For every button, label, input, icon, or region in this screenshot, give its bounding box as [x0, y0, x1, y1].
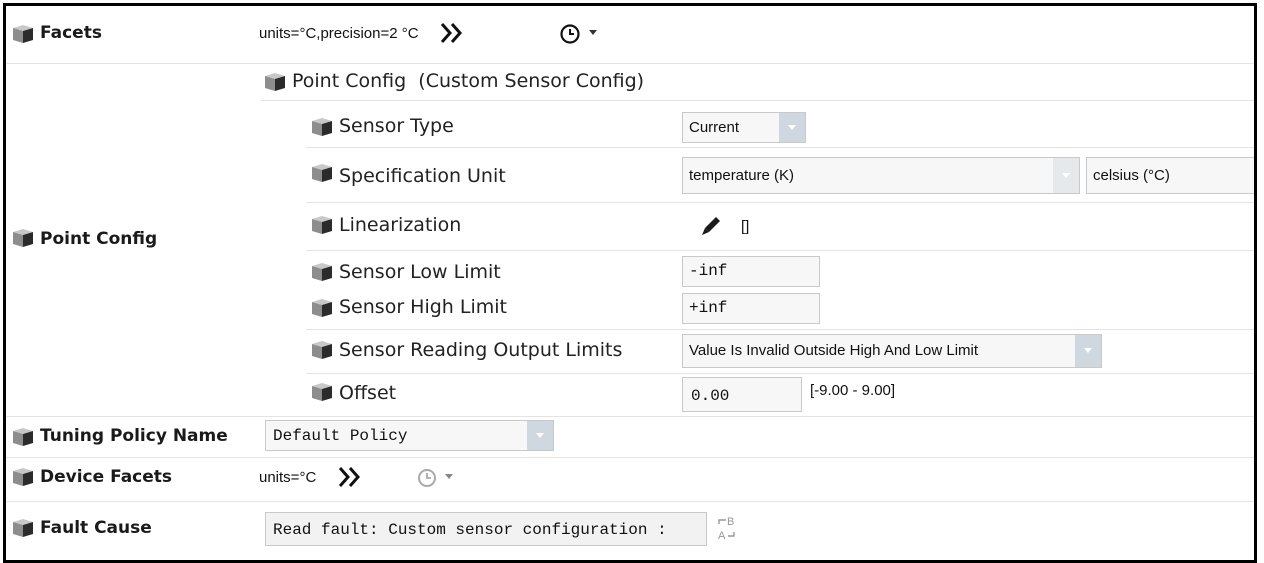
triangle-down-icon [1084, 348, 1092, 353]
cube-icon [12, 24, 34, 44]
point-config-label: Point Config [40, 229, 158, 249]
double-chevron-right-icon[interactable] [337, 465, 363, 489]
divider [306, 147, 1254, 148]
divider [306, 202, 1254, 203]
divider [6, 501, 1254, 502]
pencil-icon[interactable] [699, 213, 723, 237]
cube-icon [12, 467, 34, 487]
text-ab-icon[interactable]: B A [717, 514, 739, 542]
point-config-header: Point Config (Custom Sensor Config) [292, 70, 645, 92]
sensor-low-limit-input[interactable]: -inf [682, 256, 820, 287]
sensor-low-limit-label: Sensor Low Limit [339, 261, 501, 283]
specification-quantity-select[interactable]: temperature (K) [682, 157, 1080, 194]
triangle-down-icon[interactable] [445, 474, 453, 480]
facets-value: units=°C,precision=2 °C [259, 25, 419, 42]
facets-label: Facets [40, 23, 102, 43]
divider [306, 373, 1254, 374]
cube-icon [311, 298, 333, 318]
dropdown-button[interactable] [779, 113, 805, 142]
sensor-type-select[interactable]: Current [682, 112, 806, 143]
offset-range: [-9.00 - 9.00] [810, 382, 896, 399]
triangle-down-icon [536, 432, 544, 438]
divider [6, 416, 1254, 417]
offset-label: Offset [339, 382, 397, 404]
dropdown-button[interactable] [1075, 335, 1101, 367]
divider [6, 457, 1254, 458]
sensor-high-limit-label: Sensor High Limit [339, 296, 507, 318]
cube-icon [311, 340, 333, 360]
specification-unit-select[interactable]: celsius (°C) [1086, 157, 1254, 194]
cube-icon [264, 72, 286, 92]
offset-input[interactable]: 0.00 [682, 377, 802, 412]
output-limits-select[interactable]: Value Is Invalid Outside High And Low Li… [682, 334, 1102, 368]
cube-icon [12, 427, 34, 447]
device-facets-value: units=°C [259, 469, 317, 486]
clock-icon[interactable] [559, 23, 581, 45]
specification-unit-label: Specification Unit [339, 165, 506, 187]
cube-icon [12, 518, 34, 538]
triangle-down-icon[interactable] [589, 30, 597, 36]
dropdown-button[interactable] [527, 421, 553, 450]
double-chevron-right-icon[interactable] [439, 21, 465, 45]
divider [306, 329, 1254, 330]
divider [261, 100, 1254, 101]
svg-text:B: B [727, 516, 734, 528]
tuning-policy-select[interactable]: Default Policy [265, 420, 554, 451]
cube-icon [12, 228, 34, 248]
triangle-down-icon [788, 124, 796, 130]
cube-icon [311, 117, 333, 137]
dropdown-button[interactable] [1053, 158, 1079, 193]
output-limits-label: Sensor Reading Output Limits [339, 339, 623, 361]
divider [6, 63, 1254, 64]
cube-icon [311, 382, 333, 402]
linearization-label: Linearization [339, 214, 462, 236]
svg-text:A: A [718, 530, 726, 542]
fault-cause-label: Fault Cause [40, 518, 152, 538]
sensor-high-limit-input[interactable]: +inf [682, 293, 820, 324]
triangle-down-icon [1062, 172, 1070, 178]
clock-icon[interactable] [416, 467, 438, 489]
device-facets-label: Device Facets [40, 467, 173, 487]
sensor-type-label: Sensor Type [339, 115, 454, 137]
fault-cause-field[interactable]: Read fault: Custom sensor configuration … [265, 512, 707, 546]
divider [306, 250, 1254, 251]
tuning-policy-label: Tuning Policy Name [40, 426, 228, 446]
linearization-value: [] [741, 218, 750, 235]
property-sheet: Facets units=°C,precision=2 °C Point Con… [3, 3, 1257, 563]
cube-icon [311, 163, 333, 183]
cube-icon [311, 215, 333, 235]
cube-icon [311, 262, 333, 282]
